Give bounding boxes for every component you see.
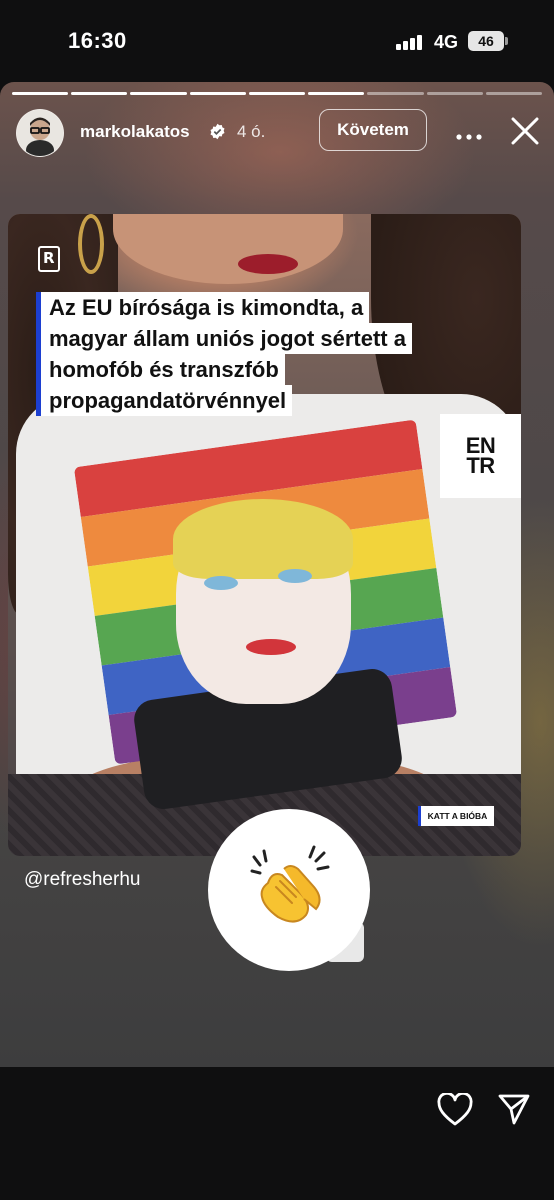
signal-icon xyxy=(396,34,424,50)
network-type: 4G xyxy=(434,32,459,52)
story-time-ago: 4 ó. xyxy=(237,122,266,141)
progress-segment xyxy=(130,92,187,95)
avatar[interactable] xyxy=(16,109,64,157)
progress-segment xyxy=(485,92,542,95)
entr-badge: EN TR xyxy=(440,414,521,498)
verified-badge-icon xyxy=(209,123,226,140)
post-headline: Az EU bírósága is kimondta, a magyar álla… xyxy=(36,292,501,416)
headline-line: Az EU bírósága is kimondta, a xyxy=(41,292,370,323)
progress-segment xyxy=(71,92,128,95)
portrait-hair xyxy=(173,499,353,579)
refresher-logo-icon: R xyxy=(38,246,60,272)
entr-badge-line2: TR xyxy=(466,453,495,478)
clapping-hands-icon xyxy=(248,843,332,927)
portrait-eye-left xyxy=(204,576,238,590)
follow-button[interactable]: Követem xyxy=(319,109,427,151)
photo-lips xyxy=(238,254,298,274)
progress-segment xyxy=(308,92,365,95)
photo-face xyxy=(113,214,343,284)
reaction-sticker[interactable] xyxy=(208,809,370,971)
status-time: 16:30 xyxy=(68,28,127,53)
more-icon[interactable] xyxy=(456,127,482,140)
story-viewer[interactable]: markolakatos 4 ó. Követem R Az EU bírósá… xyxy=(0,82,554,1067)
mention-sticker[interactable]: @refresherhu xyxy=(24,869,140,891)
portrait-eye-right xyxy=(278,569,312,583)
heart-icon[interactable] xyxy=(437,1091,473,1127)
shared-post-card[interactable]: R Az EU bírósága is kimondta, a magyar ál… xyxy=(8,214,521,856)
progress-segment xyxy=(189,92,246,95)
progress-segment xyxy=(426,92,483,95)
photo-earring xyxy=(78,214,104,274)
close-icon[interactable] xyxy=(510,116,540,146)
story-username[interactable]: markolakatos xyxy=(80,122,190,142)
send-icon[interactable] xyxy=(497,1092,531,1126)
portrait-lips xyxy=(246,639,296,655)
story-progress-bar xyxy=(12,92,542,95)
headline-line: propagandatörvénnyel xyxy=(41,385,293,416)
progress-segment xyxy=(367,92,424,95)
progress-segment xyxy=(12,92,69,95)
battery-icon: 46 xyxy=(468,31,508,51)
status-bar: 16:30 4G 46 xyxy=(0,0,554,82)
bio-link-badge: KATT A BIÓBA xyxy=(418,806,494,826)
progress-segment xyxy=(248,92,306,95)
headline-line: magyar állam uniós jogot sértett a xyxy=(41,323,412,354)
headline-line: homofób és transzfób xyxy=(41,354,285,385)
